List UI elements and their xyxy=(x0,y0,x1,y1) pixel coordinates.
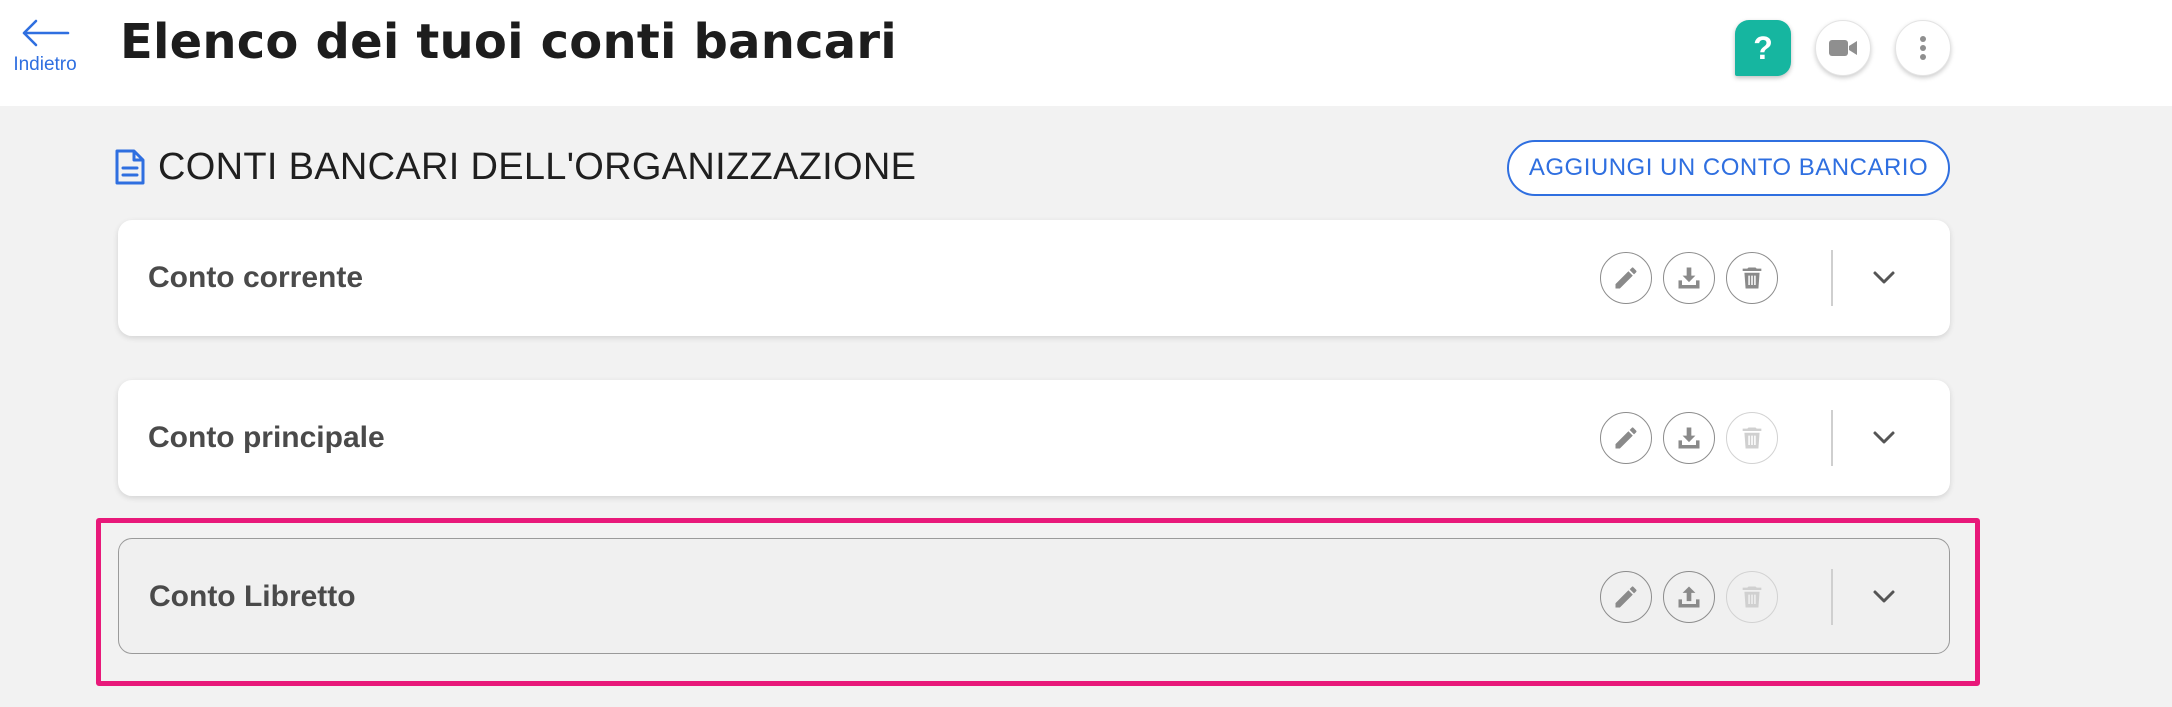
edit-button[interactable] xyxy=(1600,412,1652,464)
top-bar: Indietro Elenco dei tuoi conti bancari ? xyxy=(0,0,2172,106)
section-title: CONTI BANCARI DELL'ORGANIZZAZIONE xyxy=(158,145,917,188)
chevron-down-icon xyxy=(1873,271,1895,284)
back-label: Indietro xyxy=(13,54,77,75)
upload-icon xyxy=(1678,586,1700,608)
download-button[interactable] xyxy=(1663,252,1715,304)
edit-button[interactable] xyxy=(1600,252,1652,304)
help-icon: ? xyxy=(1753,29,1773,66)
page-title: Elenco dei tuoi conti bancari xyxy=(120,14,897,70)
more-vertical-icon xyxy=(1920,36,1926,60)
arrow-left-icon xyxy=(22,19,70,47)
pencil-icon xyxy=(1615,586,1637,608)
more-options-button[interactable] xyxy=(1895,20,1951,76)
expand-button[interactable] xyxy=(1864,258,1904,298)
upload-button[interactable] xyxy=(1663,571,1715,623)
account-card-conto-libretto: Conto Libretto xyxy=(118,538,1950,654)
video-camera-icon xyxy=(1829,40,1857,56)
account-name: Conto principale xyxy=(148,421,385,454)
edit-button[interactable] xyxy=(1600,571,1652,623)
trash-icon xyxy=(1742,267,1762,289)
section-header: CONTI BANCARI DELL'ORGANIZZAZIONE xyxy=(114,144,916,190)
account-name: Conto Libretto xyxy=(149,580,356,613)
trash-icon xyxy=(1742,586,1762,608)
download-icon xyxy=(1678,267,1700,289)
document-icon xyxy=(115,149,145,185)
trash-icon xyxy=(1742,427,1762,449)
download-icon xyxy=(1678,427,1700,449)
account-card-conto-corrente: Conto corrente xyxy=(118,220,1950,336)
video-button[interactable] xyxy=(1815,20,1871,76)
help-button[interactable]: ? xyxy=(1735,20,1791,76)
chevron-down-icon xyxy=(1873,431,1895,444)
divider xyxy=(1831,569,1833,625)
account-name: Conto corrente xyxy=(148,261,364,294)
account-card-conto-principale: Conto principale xyxy=(118,380,1950,496)
divider xyxy=(1831,410,1833,466)
expand-button[interactable] xyxy=(1864,418,1904,458)
delete-button[interactable] xyxy=(1726,252,1778,304)
back-button[interactable]: Indietro xyxy=(8,18,82,84)
download-button[interactable] xyxy=(1663,412,1715,464)
expand-button[interactable] xyxy=(1864,577,1904,617)
divider xyxy=(1831,250,1833,306)
chevron-down-icon xyxy=(1873,590,1895,603)
delete-button-disabled xyxy=(1726,412,1778,464)
pencil-icon xyxy=(1615,267,1637,289)
delete-button-disabled xyxy=(1726,571,1778,623)
add-bank-account-button[interactable]: AGGIUNGI UN CONTO BANCARIO xyxy=(1507,140,1950,196)
pencil-icon xyxy=(1615,427,1637,449)
